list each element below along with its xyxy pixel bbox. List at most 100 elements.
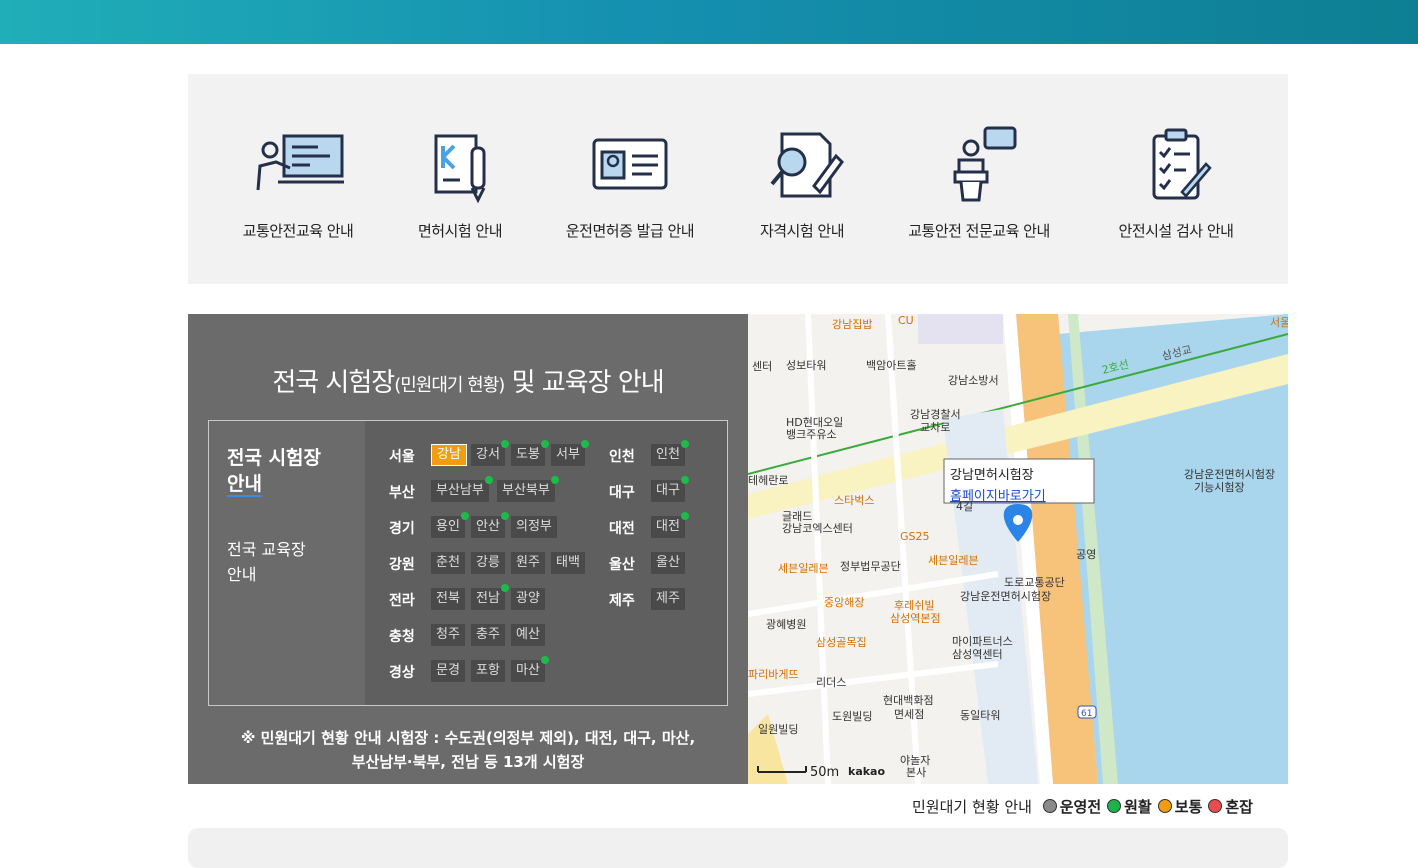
legend-dot-icon <box>1107 799 1122 813</box>
status-dot-green <box>680 440 689 448</box>
test-center-의정부[interactable]: 의정부 <box>511 516 557 538</box>
tab-education-centers[interactable]: 전국 교육장 안내 <box>227 537 306 587</box>
test-paper-pen-icon <box>434 134 486 204</box>
map-place-label: 기능시험장 <box>1194 481 1245 494</box>
test-center-강릉[interactable]: 강릉 <box>471 552 505 574</box>
road-number-label: 61 <box>1081 709 1092 719</box>
map-canvas[interactable]: 강남면허시험장 홈페이지바로가기 2호선 삼성교 61 강남집밥 CU성보타워 백암… <box>748 314 1288 784</box>
test-center-원주[interactable]: 원주 <box>511 552 545 574</box>
test-center-강남[interactable]: 강남 <box>431 444 467 466</box>
service-label: 자격시험 안내 <box>759 222 845 240</box>
test-center-전북[interactable]: 전북 <box>431 588 465 610</box>
service-qualification-test[interactable]: 자격시험 안내 <box>717 126 887 241</box>
map-place-label: 삼성역센터 <box>952 648 1003 661</box>
test-center-문경[interactable]: 문경 <box>431 660 465 682</box>
service-license-issue[interactable]: 운전면허증 발급 안내 <box>545 126 715 241</box>
test-center-label: 문경 <box>436 663 460 678</box>
test-center-태백[interactable]: 태백 <box>551 552 585 574</box>
map-place-label: 정부법무공단 <box>840 560 901 573</box>
service-safety-facility-inspection[interactable]: 안전시설 검사 안내 <box>1091 126 1261 241</box>
test-center-부산남부[interactable]: 부산남부 <box>431 476 493 502</box>
status-note: ※ 민원대기 현황 안내 시험장 : 수도권(의정부 제외), 대전, 대구, … <box>240 729 696 771</box>
status-dot-green <box>540 440 549 448</box>
map-place-label: 교차로 <box>920 421 950 434</box>
service-license-test[interactable]: 면허시험 안내 <box>375 126 545 241</box>
map-place-label: 후레쉬빌 <box>894 599 934 612</box>
test-center-label: 안산 <box>476 519 500 534</box>
test-center-label: 부산남부 <box>436 483 484 498</box>
test-center-춘천[interactable]: 춘천 <box>431 552 465 574</box>
map-place-label: 삼성골목집 <box>816 636 867 649</box>
status-dot-green <box>680 476 689 484</box>
legend-item-label: 운영전 <box>1059 798 1102 816</box>
map-place-label: 테헤란로 <box>748 474 788 487</box>
region-label: 대구 <box>609 485 635 501</box>
map-place-label: 강남운전면허시험장 <box>960 590 1051 603</box>
test-center-대전[interactable]: 대전 <box>651 512 689 538</box>
legend-label: 민원대기 현황 안내 <box>912 798 1032 816</box>
test-center-label: 원주 <box>516 555 540 570</box>
teacher-board-icon <box>256 134 344 191</box>
test-center-도봉[interactable]: 도봉 <box>511 440 549 466</box>
test-center-label: 인천 <box>656 447 680 462</box>
region-label: 강원 <box>389 557 415 573</box>
test-center-label: 포항 <box>476 663 500 678</box>
test-center-포항[interactable]: 포항 <box>471 660 505 682</box>
test-center-label: 마산 <box>516 663 540 678</box>
test-center-label: 강릉 <box>476 555 500 570</box>
status-dot-green <box>550 476 559 484</box>
map-place-label: 삼성역본점 <box>890 612 941 625</box>
center-tabs: 전국 시험장 안내 전국 교육장 안내 <box>209 421 364 705</box>
test-center-청주[interactable]: 청주 <box>431 624 465 646</box>
region-label: 부산 <box>389 485 415 501</box>
test-center-대구[interactable]: 대구 <box>651 476 689 502</box>
test-center-용인[interactable]: 용인 <box>431 512 469 538</box>
service-professional-education[interactable]: 교통안전 전문교육 안내 <box>894 126 1064 241</box>
map-place-label: 스타벅스 <box>834 494 874 507</box>
test-center-서부[interactable]: 서부 <box>551 440 589 466</box>
test-center-label: 예산 <box>516 627 540 642</box>
test-center-울산[interactable]: 울산 <box>651 552 685 574</box>
map-place-label: 파리바게뜨 <box>748 668 799 681</box>
test-center-label: 서부 <box>556 447 580 462</box>
status-dot-green <box>680 512 689 520</box>
test-center-label: 전남 <box>476 591 500 606</box>
test-center-광양[interactable]: 광양 <box>511 588 545 610</box>
test-center-강서[interactable]: 강서 <box>471 440 509 466</box>
kakao-logo: kakao <box>848 765 885 778</box>
map-place-label: 성보타워 <box>786 359 826 372</box>
map-place-label: 동일타워 <box>960 708 1000 722</box>
test-center-전남[interactable]: 전남 <box>471 584 509 610</box>
map-place-label: 광혜병원 <box>766 618 806 631</box>
region-label: 제주 <box>609 593 635 609</box>
map-place-label: 서울 <box>1270 316 1288 329</box>
map-scale-label: 50m <box>810 765 839 780</box>
service-traffic-safety-education[interactable]: 교통안전교육 안내 <box>213 126 383 241</box>
test-center-부산북부[interactable]: 부산북부 <box>497 476 559 502</box>
test-center-예산[interactable]: 예산 <box>511 624 545 646</box>
map-place-label: 본사 <box>906 766 926 779</box>
region-label: 서울 <box>389 449 415 465</box>
legend-item-운영전: 운영전 <box>1042 796 1102 817</box>
location-map[interactable]: 강남면허시험장 홈페이지바로가기 2호선 삼성교 61 강남집밥 CU 성보타워 백암… <box>748 314 1288 784</box>
map-place-label: 강남경찰서 <box>910 408 961 421</box>
map-place-label: 센터 <box>752 360 772 373</box>
service-menu: 교통안전교육 안내 면허시험 안내 운전면허증 발급 안내 자격시험 안내 교통… <box>188 74 1288 284</box>
status-dot-green <box>500 512 509 520</box>
test-center-label: 부산북부 <box>502 483 550 498</box>
map-place-label: 세븐일레븐 <box>928 553 979 567</box>
document-search-icon <box>770 132 844 198</box>
status-dot-green <box>540 656 549 664</box>
tab-exam-centers[interactable]: 전국 시험장 안내 <box>227 445 321 497</box>
id-card-icon <box>592 138 668 190</box>
test-center-제주[interactable]: 제주 <box>651 588 685 610</box>
region-label: 대전 <box>609 521 635 537</box>
region-label: 전라 <box>389 593 415 609</box>
test-center-충주[interactable]: 충주 <box>471 624 505 646</box>
checklist-clipboard-icon <box>1152 128 1212 200</box>
test-center-마산[interactable]: 마산 <box>511 656 549 682</box>
status-dot-green <box>484 476 493 484</box>
test-center-label: 청주 <box>436 627 460 642</box>
test-center-안산[interactable]: 안산 <box>471 512 509 538</box>
test-center-인천[interactable]: 인천 <box>651 440 689 466</box>
